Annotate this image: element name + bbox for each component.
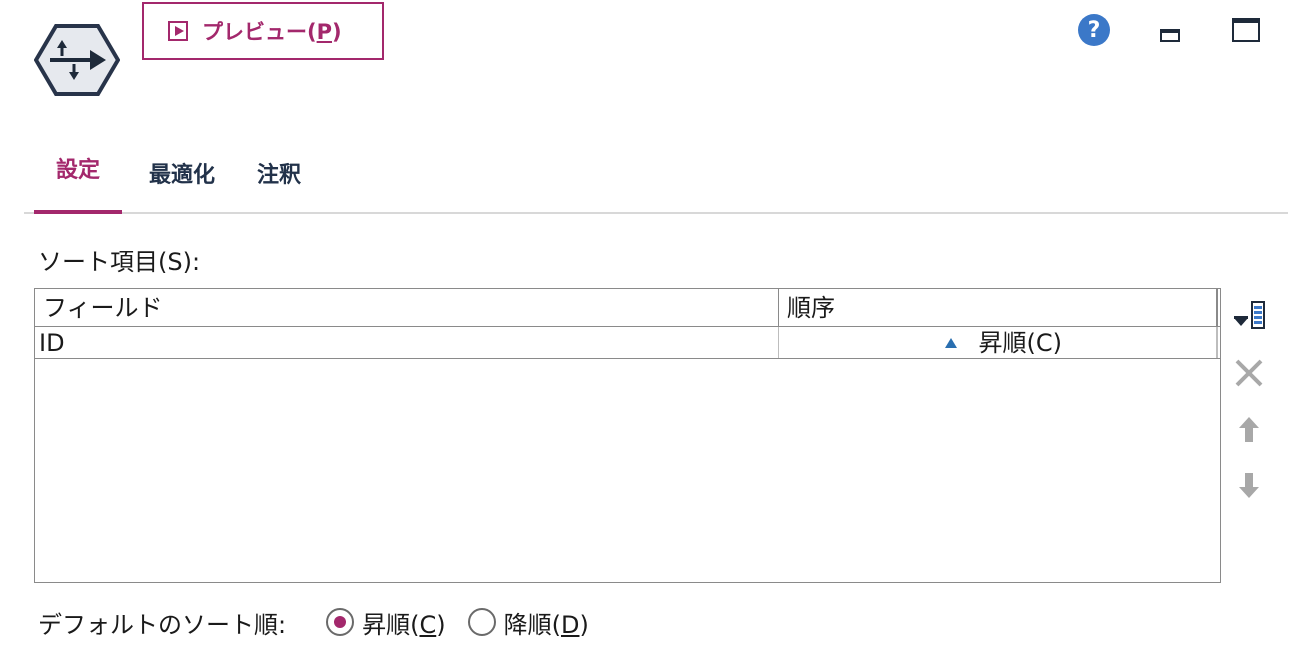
tab-settings[interactable]: 設定 bbox=[34, 140, 122, 214]
move-down-icon[interactable] bbox=[1232, 470, 1268, 500]
sort-fields-label: ソート項目(S): bbox=[38, 248, 201, 276]
tab-optimization[interactable]: 最適化 bbox=[132, 140, 232, 214]
ascending-suffix: ) bbox=[436, 610, 446, 639]
descending-radio-option[interactable]: 降順(D) bbox=[467, 605, 589, 640]
ascending-radio[interactable] bbox=[326, 608, 355, 636]
preview-button-label: プレビュー(P) bbox=[202, 16, 342, 46]
add-field-icon[interactable] bbox=[1232, 300, 1268, 330]
column-header-order[interactable]: 順序 bbox=[779, 289, 1218, 326]
column-header-field[interactable]: フィールド bbox=[35, 289, 779, 326]
ascending-mnemonic: C bbox=[419, 610, 437, 639]
tab-annotations[interactable]: 注釈 bbox=[246, 140, 312, 214]
descending-label-text: 降順( bbox=[503, 610, 561, 639]
ascending-icon bbox=[944, 337, 957, 348]
descending-suffix: ) bbox=[579, 610, 589, 639]
help-icon[interactable]: ? bbox=[1078, 14, 1110, 46]
ascending-radio-option[interactable]: 昇順(C) bbox=[326, 605, 446, 640]
row-order-cell[interactable]: 昇順(C) bbox=[779, 327, 1218, 358]
maximize-icon[interactable] bbox=[1232, 18, 1260, 42]
descending-label: 降順(D) bbox=[504, 605, 589, 640]
sort-node-icon bbox=[34, 24, 120, 96]
ascending-label: 昇順(C) bbox=[362, 605, 446, 640]
descending-radio[interactable] bbox=[467, 608, 496, 636]
preview-label-text: プレビュー( bbox=[202, 20, 317, 44]
sort-fields-table[interactable]: フィールド 順序 ID 昇順(C) bbox=[34, 288, 1221, 583]
table-row[interactable]: ID 昇順(C) bbox=[35, 327, 1220, 359]
row-order-text: 昇順(C) bbox=[978, 328, 1062, 357]
play-icon bbox=[168, 21, 188, 41]
move-up-icon[interactable] bbox=[1232, 414, 1268, 444]
delete-icon[interactable] bbox=[1232, 358, 1268, 388]
table-header: フィールド 順序 bbox=[35, 289, 1220, 327]
tab-bar: 設定 最適化 注釈 bbox=[24, 140, 1288, 214]
ascending-label-text: 昇順( bbox=[362, 610, 420, 639]
preview-button[interactable]: プレビュー(P) bbox=[142, 2, 384, 60]
row-field-cell[interactable]: ID bbox=[35, 327, 779, 358]
preview-mnemonic: P bbox=[316, 20, 333, 44]
minimize-icon[interactable] bbox=[1160, 29, 1180, 42]
default-sort-order: デフォルトのソート順: 昇順(C) 降順(D) bbox=[38, 602, 611, 642]
descending-mnemonic: D bbox=[560, 610, 580, 639]
default-sort-label: デフォルトのソート順: bbox=[38, 610, 287, 639]
preview-suffix: ) bbox=[332, 20, 342, 44]
